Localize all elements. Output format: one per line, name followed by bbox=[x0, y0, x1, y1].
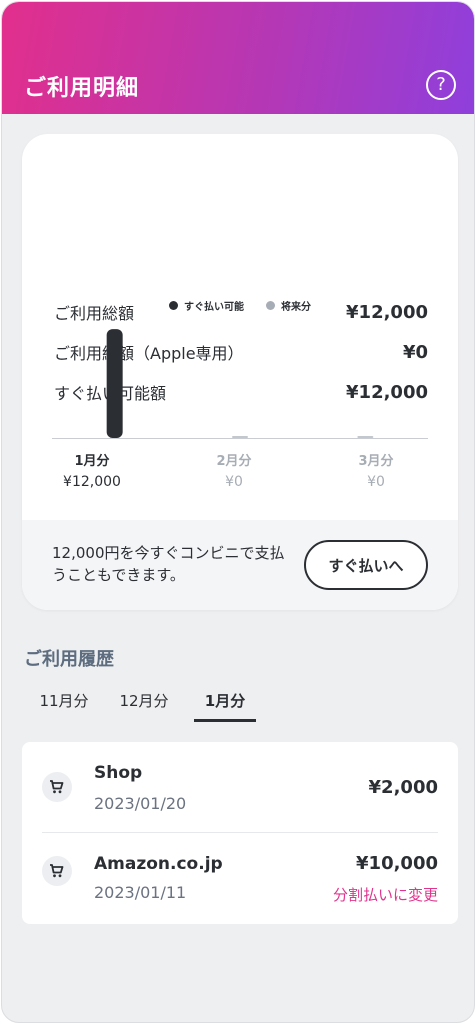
bar-2月分 bbox=[232, 436, 248, 438]
month-label: 3月分 bbox=[358, 454, 394, 469]
bar-1月分 bbox=[106, 329, 123, 438]
month-value: ¥0 bbox=[367, 474, 385, 490]
help-icon[interactable]: ? bbox=[426, 70, 456, 100]
transaction-date: 2023/01/20 bbox=[94, 794, 187, 813]
cart-icon bbox=[42, 772, 72, 802]
legend-item: 将来分 bbox=[266, 298, 311, 313]
month-label: 2月分 bbox=[216, 454, 252, 469]
transaction-amount: ¥10,000 bbox=[356, 853, 438, 874]
month-column: 2月分 ¥0 bbox=[189, 450, 279, 490]
history-title: ご利用履歴 bbox=[24, 649, 114, 670]
month-label: 1月分 bbox=[74, 454, 110, 469]
header-bar: ご利用明細 ? bbox=[2, 2, 474, 114]
month-value: ¥0 bbox=[225, 474, 243, 490]
transaction-amount: ¥2,000 bbox=[368, 777, 438, 798]
legend-label: すぐ払い可能 bbox=[184, 302, 244, 313]
tab-november[interactable]: 11月分 bbox=[36, 690, 92, 722]
legend-dot bbox=[169, 301, 178, 310]
bar-3月分 bbox=[357, 436, 374, 438]
merchant-name: Shop bbox=[94, 763, 143, 783]
app-screen: ご利用明細 ? ご利用総額 ¥12,000 ご利用総額（Apple専用） ¥0 … bbox=[1, 1, 475, 1023]
pay-now-message: 12,000円を今すぐコンビニで支払うこともできます。 bbox=[52, 544, 285, 584]
history-list: Shop 2023/01/20 ¥2,000 Amazon.co.jp 2023… bbox=[22, 742, 458, 924]
pay-now-strip: 12,000円を今すぐコンビニで支払うこともできます。 すぐ払いへ bbox=[22, 520, 458, 610]
month-value: ¥12,000 bbox=[63, 474, 121, 490]
month-column: 3月分 ¥0 bbox=[331, 450, 421, 490]
month-column: 1月分 ¥12,000 bbox=[47, 450, 137, 490]
transaction-date: 2023/01/11 bbox=[94, 883, 187, 902]
pay-now-button[interactable]: すぐ払いへ bbox=[304, 540, 428, 590]
legend-dot bbox=[266, 301, 275, 310]
chart-legend: すぐ払い可能 将来分 bbox=[22, 298, 458, 313]
merchant-name: Amazon.co.jp bbox=[94, 854, 223, 874]
tab-december[interactable]: 12月分 bbox=[116, 690, 172, 722]
list-item[interactable]: Amazon.co.jp 2023/01/11 ¥10,000 分割払いに変更 bbox=[22, 833, 458, 923]
cart-icon bbox=[42, 856, 72, 886]
tab-january[interactable]: 1月分 bbox=[194, 690, 256, 722]
list-item[interactable]: Shop 2023/01/20 ¥2,000 bbox=[22, 742, 458, 833]
summary-card: ご利用総額 ¥12,000 ご利用総額（Apple専用） ¥0 すぐ払い可能額 … bbox=[22, 134, 458, 610]
legend-label: 将来分 bbox=[281, 302, 311, 313]
installment-change-link[interactable]: 分割払いに変更 bbox=[333, 884, 438, 905]
monthly-bar-chart bbox=[52, 329, 428, 439]
page-title: ご利用明細 bbox=[24, 76, 140, 101]
legend-item: すぐ払い可能 bbox=[169, 298, 244, 313]
